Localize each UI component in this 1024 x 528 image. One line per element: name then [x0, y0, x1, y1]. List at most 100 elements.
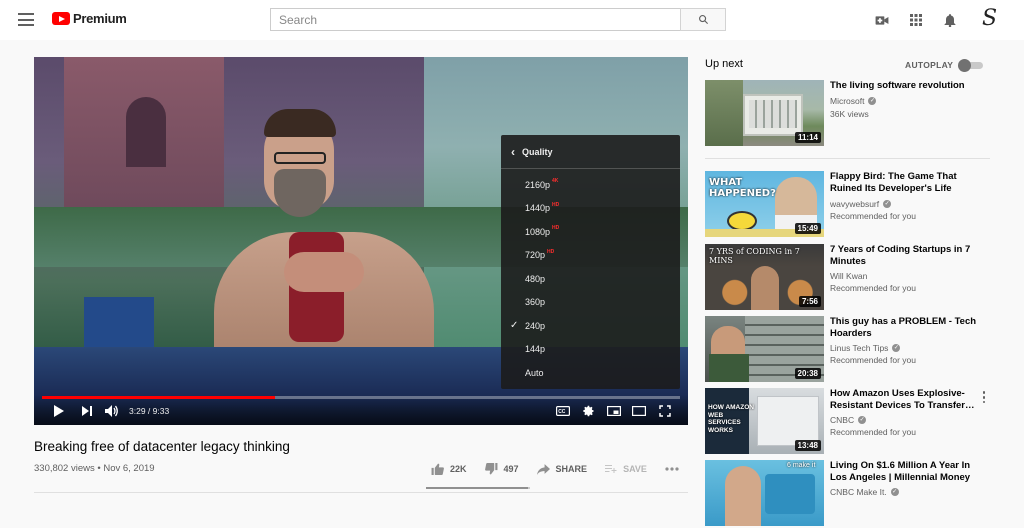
- quality-option-label: 1080p: [525, 226, 551, 237]
- quality-option[interactable]: 360p: [501, 291, 680, 315]
- verified-check-icon: ✓: [858, 416, 867, 424]
- quality-option[interactable]: 1080p HD: [501, 220, 680, 244]
- captions-button[interactable]: CC: [555, 403, 571, 419]
- autoplay-toggle-knob: [958, 59, 971, 72]
- like-dislike-ratio-bar: [426, 487, 530, 489]
- like-count: 22K: [450, 464, 467, 474]
- verified-check-icon: ✓: [892, 344, 901, 352]
- video-title[interactable]: Flappy Bird: The Game That Ruined Its De…: [830, 171, 978, 195]
- recommended-video[interactable]: 11:14 The living software revolution Mic…: [705, 80, 990, 148]
- channel-name[interactable]: Linus Tech Tips ✓: [830, 343, 901, 353]
- more-horizontal-icon: [665, 467, 679, 471]
- channel-name[interactable]: Will Kwan: [830, 271, 867, 281]
- apps-grid-icon[interactable]: [906, 10, 926, 30]
- settings-button[interactable]: [581, 403, 597, 419]
- video-duration: 11:14: [794, 132, 821, 143]
- channel-name[interactable]: wavywebsurf ✓: [830, 199, 892, 209]
- thumbnail-text: WHAT HAPPENED?: [709, 177, 776, 199]
- video-title[interactable]: This guy has a PROBLEM - Tech Hoarders: [830, 316, 978, 340]
- next-button[interactable]: [80, 403, 94, 419]
- chevron-left-icon: ‹: [511, 144, 515, 159]
- create-video-icon[interactable]: [872, 10, 892, 30]
- search-icon: [698, 15, 708, 25]
- fullscreen-button[interactable]: [657, 403, 673, 419]
- share-button[interactable]: SHARE: [536, 463, 588, 475]
- dislike-button[interactable]: 497: [484, 463, 519, 475]
- quality-option[interactable]: 144p: [501, 338, 680, 362]
- quality-options: 2160p 4K 1440p HD 1080p HD 720p HD 480p 360p ✓ 240p…: [501, 169, 680, 385]
- video-title: Breaking free of datacenter legacy think…: [34, 439, 290, 454]
- video-thumbnail[interactable]: HOW AMAZON WEB SERVICES WORKS 13:48: [705, 388, 824, 454]
- search-button[interactable]: [680, 8, 726, 31]
- video-title[interactable]: The living software revolution: [830, 80, 978, 92]
- progress-fill: [42, 396, 275, 399]
- channel-name[interactable]: CNBC ✓: [830, 415, 867, 425]
- video-player[interactable]: ‹ Quality 2160p 4K 1440p HD 1080p HD 720p HD 480…: [34, 57, 688, 425]
- thumbnail-text: 7 YRS of CODING in 7 MINS: [709, 247, 800, 265]
- share-label: SHARE: [555, 464, 588, 474]
- video-thumbnail[interactable]: WHAT HAPPENED? 15:49: [705, 171, 824, 237]
- recommendation-reason: Recommended for you: [830, 427, 916, 437]
- quality-option[interactable]: 480p: [501, 267, 680, 291]
- quality-option[interactable]: 1440p HD: [501, 197, 680, 221]
- video-duration: 13:48: [794, 440, 821, 451]
- video-thumbnail[interactable]: 20:38: [705, 316, 824, 382]
- video-thumbnail[interactable]: 11:14: [705, 80, 824, 146]
- more-options-button[interactable]: [979, 390, 989, 405]
- up-next-heading: Up next: [705, 58, 743, 70]
- avatar[interactable]: S: [982, 6, 997, 31]
- quality-option[interactable]: 720p HD: [501, 244, 680, 268]
- video-duration: 20:38: [794, 368, 821, 379]
- autoplay-toggle[interactable]: [958, 59, 984, 72]
- playlist-add-icon: [605, 465, 617, 473]
- captions-icon: CC: [556, 406, 570, 416]
- dislike-count: 497: [503, 464, 519, 474]
- notifications-bell-icon[interactable]: [940, 10, 960, 30]
- content-divider: [34, 492, 688, 493]
- video-thumbnail[interactable]: 6 make it: [705, 460, 824, 526]
- top-bar: Premium S: [0, 0, 1024, 40]
- video-title[interactable]: 7 Years of Coding Startups in 7 Minutes: [830, 244, 978, 268]
- search-bar: [270, 8, 726, 31]
- recommended-video[interactable]: HOW AMAZON WEB SERVICES WORKS 13:48 How …: [705, 388, 990, 456]
- menu-icon[interactable]: [18, 13, 34, 26]
- video-duration: 15:49: [794, 223, 821, 234]
- video-thumbnail[interactable]: 7 YRS of CODING in 7 MINS 7:56: [705, 244, 824, 310]
- channel-name[interactable]: CNBC Make It. ✓: [830, 487, 899, 497]
- volume-button[interactable]: [104, 403, 120, 419]
- quality-menu-title: Quality: [522, 146, 553, 157]
- thumbs-up-icon: [431, 463, 444, 475]
- progress-bar[interactable]: [42, 396, 680, 399]
- like-button[interactable]: 22K: [431, 463, 467, 475]
- fullscreen-icon: [659, 405, 671, 417]
- quality-option[interactable]: ✓ 240p: [501, 314, 680, 338]
- search-input[interactable]: [270, 8, 680, 31]
- quality-menu-back[interactable]: ‹ Quality: [501, 135, 680, 169]
- channel-name[interactable]: Microsoft ✓: [830, 96, 877, 106]
- play-button[interactable]: [52, 403, 66, 419]
- verified-check-icon: ✓: [868, 97, 877, 105]
- quality-option-label: 144p: [525, 344, 546, 355]
- autoplay-label: AUTOPLAY: [905, 60, 954, 70]
- quality-option[interactable]: Auto: [501, 361, 680, 385]
- youtube-premium-logo[interactable]: Premium: [52, 11, 127, 26]
- recommended-video[interactable]: 7 YRS of CODING in 7 MINS 7:56 7 Years o…: [705, 244, 990, 312]
- video-title[interactable]: Living On $1.6 Million A Year In Los Ang…: [830, 460, 978, 484]
- video-title[interactable]: How Amazon Uses Explosive-Resistant Devi…: [830, 388, 978, 412]
- theater-mode-button[interactable]: [631, 403, 647, 419]
- miniplayer-button[interactable]: [606, 403, 622, 419]
- verified-check-icon: ✓: [890, 488, 899, 496]
- video-actions: 22K 497 SHARE SAVE: [431, 463, 703, 475]
- recommended-video[interactable]: 6 make it Living On $1.6 Million A Year …: [705, 460, 990, 528]
- save-button[interactable]: SAVE: [605, 464, 647, 474]
- thumbnail-text: 6 make it: [787, 462, 816, 469]
- recommended-video[interactable]: 20:38 This guy has a PROBLEM - Tech Hoar…: [705, 316, 990, 384]
- time-display: 3:29 / 9:33: [129, 406, 170, 416]
- quality-option[interactable]: 2160p 4K: [501, 173, 680, 197]
- quality-option-label: 720p: [525, 250, 546, 261]
- quality-option-label: Auto: [525, 367, 544, 378]
- play-icon: [54, 405, 64, 417]
- quality-option-label: 240p: [525, 320, 546, 331]
- more-actions-button[interactable]: [665, 467, 685, 471]
- recommended-video[interactable]: WHAT HAPPENED? 15:49 Flappy Bird: The Ga…: [705, 171, 990, 239]
